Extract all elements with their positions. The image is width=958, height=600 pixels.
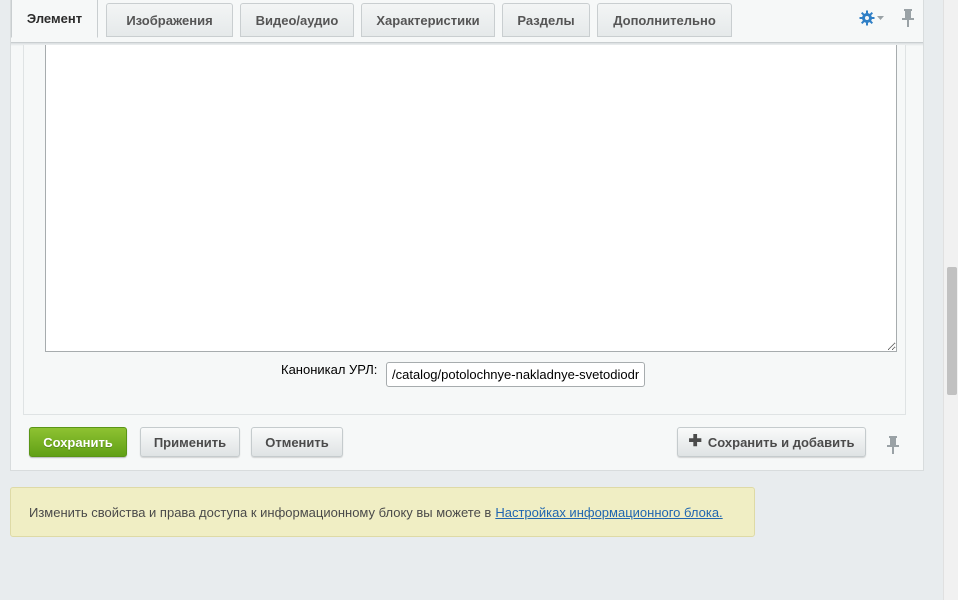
iblock-settings-link[interactable]: Настройках информационного блока.	[495, 505, 722, 520]
gear-icon	[859, 10, 875, 26]
canonical-url-label: Каноникал УРЛ:	[281, 362, 378, 377]
tab-video-audio[interactable]: Видео/аудио	[240, 3, 354, 37]
canonical-url-input[interactable]	[386, 362, 645, 387]
chevron-down-icon	[877, 15, 884, 20]
tab-sections[interactable]: Разделы	[502, 3, 590, 37]
description-textarea[interactable]	[45, 45, 897, 352]
tab-additional[interactable]: Дополнительно	[597, 3, 732, 37]
save-and-add-button[interactable]: ✚ Сохранить и добавить	[677, 427, 866, 457]
cancel-button[interactable]: Отменить	[251, 427, 343, 457]
plus-icon: ✚	[688, 432, 702, 450]
tab-element[interactable]: Элемент	[11, 0, 98, 38]
apply-button[interactable]: Применить	[140, 427, 240, 457]
page-scrollbar[interactable]	[943, 0, 958, 600]
tab-images[interactable]: Изображения	[106, 3, 233, 37]
pin-icon[interactable]	[902, 9, 914, 27]
settings-menu-button[interactable]	[859, 9, 889, 27]
edit-form-panel: Элемент Изображения Видео/аудио Характер…	[10, 0, 924, 471]
tab-bar: Элемент Изображения Видео/аудио Характер…	[11, 0, 923, 46]
save-button[interactable]: Сохранить	[29, 427, 127, 457]
notice-text: Изменить свойства и права доступа к инфо…	[29, 504, 492, 520]
scrollbar-thumb[interactable]	[947, 267, 957, 395]
iblock-settings-notice: Изменить свойства и права доступа к инфо…	[10, 487, 755, 537]
element-tab-content: Каноникал УРЛ:	[23, 45, 906, 415]
pin-icon[interactable]	[887, 436, 899, 454]
tab-characteristics[interactable]: Характеристики	[361, 3, 495, 37]
save-and-add-label: Сохранить и добавить	[707, 434, 855, 450]
